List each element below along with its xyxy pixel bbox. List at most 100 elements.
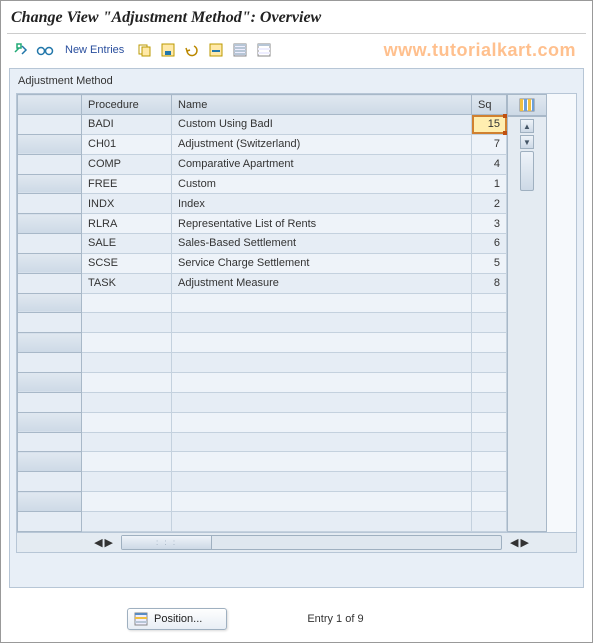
select-all-icon[interactable] xyxy=(230,40,250,60)
table-row-empty[interactable] xyxy=(18,492,507,512)
cell-empty[interactable] xyxy=(82,353,172,373)
cell-name[interactable]: Representative List of Rents xyxy=(172,214,472,234)
cell-empty[interactable] xyxy=(172,412,472,432)
cell-procedure[interactable]: COMP xyxy=(82,154,172,174)
table-row-empty[interactable] xyxy=(18,372,507,392)
table-row[interactable]: SCSEService Charge Settlement5 xyxy=(18,253,507,273)
cell-empty[interactable] xyxy=(472,392,507,412)
row-selector[interactable] xyxy=(18,432,82,452)
cell-sq[interactable]: 5 xyxy=(472,253,507,273)
row-selector[interactable] xyxy=(18,333,82,353)
cell-empty[interactable] xyxy=(172,333,472,353)
cell-name[interactable]: Sales-Based Settlement xyxy=(172,234,472,254)
cell-empty[interactable] xyxy=(82,412,172,432)
cell-empty[interactable] xyxy=(472,511,507,531)
table-row-empty[interactable] xyxy=(18,412,507,432)
scroll-left-icon[interactable]: ▶ xyxy=(105,536,113,549)
cell-empty[interactable] xyxy=(172,452,472,472)
column-header-sq[interactable]: Sq xyxy=(472,95,507,115)
cell-sq[interactable]: 4 xyxy=(472,154,507,174)
glasses-details-icon[interactable] xyxy=(35,40,55,60)
cell-empty[interactable] xyxy=(172,313,472,333)
cell-procedure[interactable]: CH01 xyxy=(82,134,172,154)
cell-empty[interactable] xyxy=(82,392,172,412)
copy-icon[interactable] xyxy=(134,40,154,60)
row-selector[interactable] xyxy=(18,492,82,512)
scroll-last-icon[interactable]: ▶ xyxy=(520,536,528,549)
table-row-empty[interactable] xyxy=(18,432,507,452)
table-row-empty[interactable] xyxy=(18,452,507,472)
new-entries-button[interactable]: New Entries xyxy=(59,44,130,56)
row-selector[interactable] xyxy=(18,392,82,412)
row-selector[interactable] xyxy=(18,134,82,154)
table-row[interactable]: RLRARepresentative List of Rents3 xyxy=(18,214,507,234)
scroll-thumb[interactable] xyxy=(520,151,534,191)
cell-name[interactable]: Custom Using BadI xyxy=(172,115,472,135)
cell-procedure[interactable]: TASK xyxy=(82,273,172,293)
delete-icon[interactable] xyxy=(206,40,226,60)
cell-empty[interactable] xyxy=(172,492,472,512)
cell-empty[interactable] xyxy=(472,372,507,392)
cell-empty[interactable] xyxy=(472,353,507,373)
cell-procedure[interactable]: FREE xyxy=(82,174,172,194)
cell-empty[interactable] xyxy=(472,412,507,432)
cell-empty[interactable] xyxy=(82,511,172,531)
table-row-empty[interactable] xyxy=(18,353,507,373)
cell-empty[interactable] xyxy=(82,452,172,472)
scroll-down-icon[interactable]: ▼ xyxy=(520,135,534,149)
row-selector[interactable] xyxy=(18,253,82,273)
cell-empty[interactable] xyxy=(82,333,172,353)
table-row[interactable]: TASKAdjustment Measure8 xyxy=(18,273,507,293)
cell-empty[interactable] xyxy=(472,333,507,353)
column-header-procedure[interactable]: Procedure xyxy=(82,95,172,115)
cell-empty[interactable] xyxy=(172,372,472,392)
row-selector[interactable] xyxy=(18,472,82,492)
cell-empty[interactable] xyxy=(472,492,507,512)
cell-procedure[interactable]: RLRA xyxy=(82,214,172,234)
cell-empty[interactable] xyxy=(172,472,472,492)
row-selector[interactable] xyxy=(18,372,82,392)
row-selector[interactable] xyxy=(18,174,82,194)
cell-empty[interactable] xyxy=(82,472,172,492)
cell-name[interactable]: Custom xyxy=(172,174,472,194)
table-row[interactable]: BADICustom Using BadI15 xyxy=(18,115,507,135)
cell-empty[interactable] xyxy=(82,432,172,452)
column-header-name[interactable]: Name xyxy=(172,95,472,115)
horizontal-scrollbar[interactable]: ◀ ▶ : : : ◀ ▶ xyxy=(17,532,576,552)
row-selector[interactable] xyxy=(18,293,82,313)
cell-empty[interactable] xyxy=(172,511,472,531)
row-selector[interactable] xyxy=(18,273,82,293)
scroll-up-icon[interactable]: ▲ xyxy=(520,119,534,133)
table-row-empty[interactable] xyxy=(18,313,507,333)
cell-procedure[interactable]: INDX xyxy=(82,194,172,214)
row-selector[interactable] xyxy=(18,452,82,472)
cell-sq[interactable]: 1 xyxy=(472,174,507,194)
row-selector[interactable] xyxy=(18,313,82,333)
cell-sq[interactable]: 8 xyxy=(472,273,507,293)
table-row[interactable]: INDXIndex2 xyxy=(18,194,507,214)
row-selector[interactable] xyxy=(18,234,82,254)
cell-name[interactable]: Adjustment (Switzerland) xyxy=(172,134,472,154)
cell-empty[interactable] xyxy=(172,432,472,452)
adjustment-method-table[interactable]: Procedure Name Sq BADICustom Using BadI1… xyxy=(17,94,507,532)
cell-sq[interactable]: 2 xyxy=(472,194,507,214)
table-row-empty[interactable] xyxy=(18,472,507,492)
table-row-empty[interactable] xyxy=(18,392,507,412)
row-selector-header[interactable] xyxy=(18,95,82,115)
expand-all-icon[interactable] xyxy=(11,40,31,60)
deselect-all-icon[interactable] xyxy=(254,40,274,60)
table-row[interactable]: CH01Adjustment (Switzerland)7 xyxy=(18,134,507,154)
row-selector[interactable] xyxy=(18,194,82,214)
cell-empty[interactable] xyxy=(82,372,172,392)
table-row[interactable]: COMPComparative Apartment4 xyxy=(18,154,507,174)
row-selector[interactable] xyxy=(18,154,82,174)
cell-procedure[interactable]: BADI xyxy=(82,115,172,135)
scroll-first-icon[interactable]: ◀ xyxy=(94,536,102,549)
row-selector[interactable] xyxy=(18,511,82,531)
cell-sq[interactable]: 3 xyxy=(472,214,507,234)
hscroll-thumb[interactable]: : : : xyxy=(122,536,212,549)
position-button[interactable]: Position... xyxy=(127,608,227,630)
cell-sq[interactable]: 6 xyxy=(472,234,507,254)
undo-change-icon[interactable] xyxy=(182,40,202,60)
cell-empty[interactable] xyxy=(82,293,172,313)
